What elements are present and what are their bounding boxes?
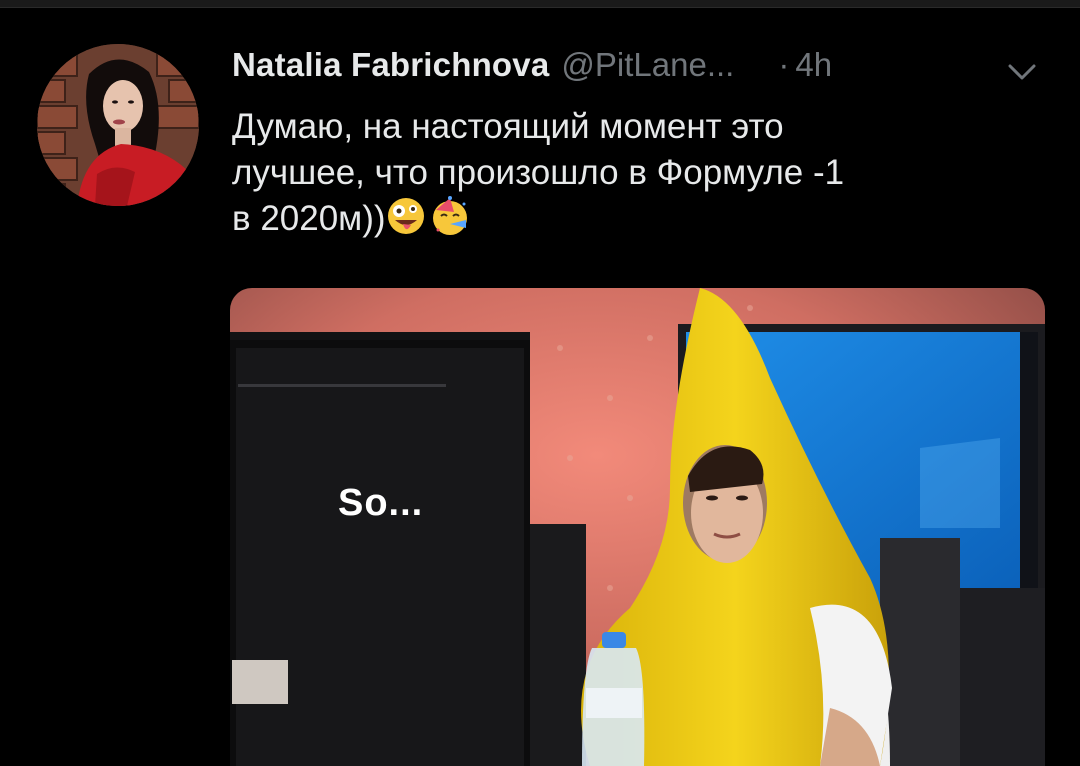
avatar[interactable] [37,44,199,206]
media-overlay-text: So... [338,482,424,524]
chevron-down-icon[interactable] [1004,62,1040,82]
display-name[interactable]: Natalia Fabrichnova [232,46,549,84]
banana-costume-photo [230,288,1045,766]
user-handle[interactable]: @PitLane... [561,46,734,84]
tweet-media[interactable]: So... [230,288,1045,766]
separator-dot: · [778,46,790,83]
tweet-text-line: лучшее, что произошло в Формуле -1 [232,153,845,192]
zany-face-emoji [387,198,424,234]
tweet-text-line: в 2020м)) [232,199,386,238]
tweet-header: Natalia Fabrichnova @PitLane... · 4h [232,46,832,96]
timestamp[interactable]: 4h [795,46,832,84]
partying-face-emoji [432,196,467,235]
avatar-image [37,44,199,206]
tweet[interactable]: Natalia Fabrichnova @PitLane... · 4h Дум… [0,8,1080,766]
tweet-text-line: Думаю, на настоящий момент это [232,107,784,146]
top-divider [0,0,1080,8]
tweet-text-line-last: в 2020м)) [232,196,1012,242]
tweet-text: Думаю, на настоящий момент это лучшее, ч… [232,104,1012,242]
